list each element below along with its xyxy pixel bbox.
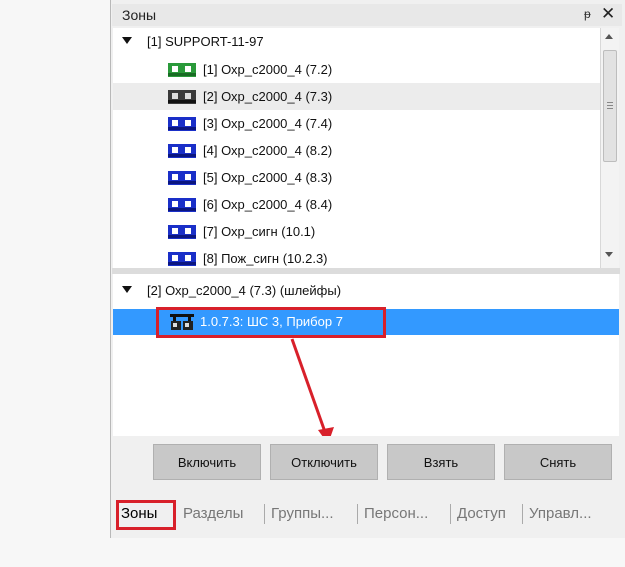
collapse-arrow-icon[interactable] [122,286,132,293]
zone-blue-icon [168,117,196,131]
scroll-up-icon[interactable] [605,34,613,39]
tree-item[interactable]: [8] Пож_сигн (10.2.3) [113,245,600,268]
enable-button[interactable]: Включить [153,444,261,480]
zones-tree: [1] SUPPORT-11-97 [1] Охр_с2000_4 (7.2) … [113,28,600,268]
tree-item-label: [6] Охр_с2000_4 (8.4) [203,197,333,212]
loops-tree: [2] Охр_с2000_4 (7.3) (шлейфы) 1.0.7.3: … [113,274,619,436]
tab-access[interactable]: Доступ [457,505,506,522]
close-icon[interactable]: ✕ [601,4,615,24]
tab-separator [357,504,358,524]
tab-separator [522,504,523,524]
tree-item[interactable]: [1] Охр_с2000_4 (7.2) [113,56,600,83]
vertical-scrollbar[interactable] [600,28,619,268]
arm-button[interactable]: Взять [387,444,495,480]
tab-separator [450,504,451,524]
collapse-arrow-icon[interactable] [122,37,132,44]
tree-item-label: [5] Охр_с2000_4 (8.3) [203,170,333,185]
scroll-down-icon[interactable] [605,252,613,257]
disable-button[interactable]: Отключить [270,444,378,480]
zone-blue-icon [168,171,196,185]
tree-item-label: [2] Охр_с2000_4 (7.3) [203,89,333,104]
zone-blue-icon [168,198,196,212]
tab-control[interactable]: Управл... [529,505,592,522]
panel-title: Зоны [122,7,157,23]
zone-dark-icon [168,90,196,104]
zone-blue-icon [168,225,196,239]
zone-green-icon [168,63,196,77]
tree-root-label: [2] Охр_с2000_4 (7.3) (шлейфы) [147,283,342,298]
tree-item[interactable]: [5] Охр_с2000_4 (8.3) [113,164,600,191]
scroll-thumb[interactable] [603,50,617,162]
tab-personnel[interactable]: Персон... [364,505,428,522]
tree-item[interactable]: [3] Охр_с2000_4 (7.4) [113,110,600,137]
tree-item[interactable]: [7] Охр_сигн (10.1) [113,218,600,245]
tree-item-label: [7] Охр_сигн (10.1) [203,224,316,239]
tree-item-label: [4] Охр_с2000_4 (8.2) [203,143,333,158]
annotation-tab-highlight [116,500,176,530]
tree-root-loops[interactable]: [2] Охр_с2000_4 (7.3) (шлейфы) [113,277,619,304]
grip-line [607,102,613,103]
panel-title-bar: Зоны ᵽ ✕ [112,4,622,26]
pin-icon[interactable]: ᵽ [584,7,591,21]
tree-item-label: [8] Пож_сигн (10.2.3) [203,251,328,266]
annotation-highlight-box [156,307,386,338]
tree-item-label: [3] Охр_с2000_4 (7.4) [203,116,333,131]
bottom-tabs: Зоны Разделы Группы... Персон... Доступ … [113,498,625,534]
zone-blue-icon [168,144,196,158]
tab-sections[interactable]: Разделы [183,505,243,522]
tree-item[interactable]: [2] Охр_с2000_4 (7.3) [113,83,600,110]
tab-separator [264,504,265,524]
disarm-button[interactable]: Снять [504,444,612,480]
action-button-bar: Включить Отключить Взять Снять [113,436,619,498]
grip-line [607,105,613,106]
tab-groups[interactable]: Группы... [271,505,333,522]
tree-item[interactable]: [4] Охр_с2000_4 (8.2) [113,137,600,164]
zone-blue-icon [168,252,196,266]
grip-line [607,108,613,109]
tree-item[interactable]: [6] Охр_с2000_4 (8.4) [113,191,600,218]
tree-root-support[interactable]: [1] SUPPORT-11-97 [113,28,600,55]
tree-item-label: [1] Охр_с2000_4 (7.2) [203,62,333,77]
tree-root-label: [1] SUPPORT-11-97 [147,34,264,49]
